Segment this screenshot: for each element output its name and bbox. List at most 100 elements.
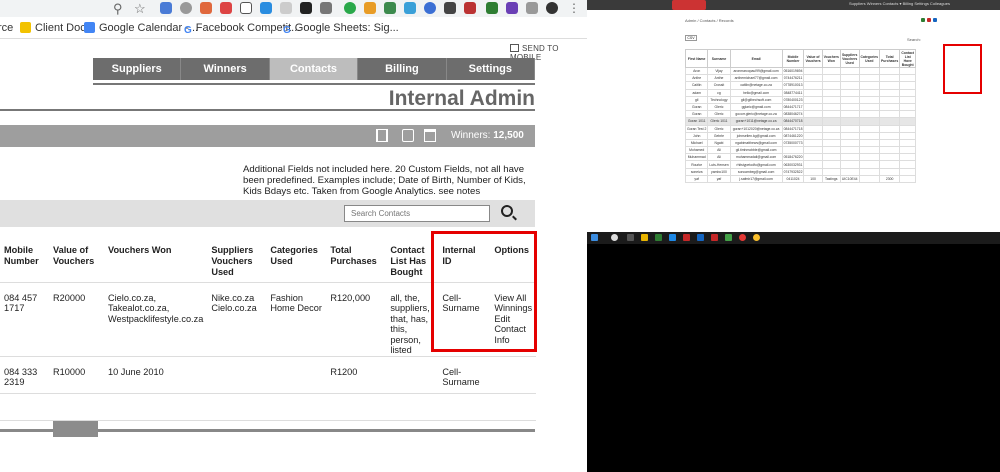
search-input[interactable] — [344, 205, 490, 222]
extension-icon[interactable] — [444, 2, 456, 14]
extension-icon[interactable] — [280, 2, 292, 14]
extension-icon[interactable] — [506, 2, 518, 14]
bookmark-item[interactable]: G Google Sheets: Sig... — [283, 22, 399, 36]
mini-col-header[interactable]: Categories Used — [858, 49, 881, 68]
export-icon[interactable] — [921, 18, 925, 22]
mini-col-header[interactable]: Suppliers Vouchers Used — [839, 49, 860, 68]
extension-icon[interactable] — [424, 2, 436, 14]
horizontal-scrollbar-thumb[interactable] — [53, 421, 98, 437]
extension-icon[interactable] — [404, 2, 416, 14]
taskbar-app-icon[interactable] — [697, 234, 704, 241]
nav-winners[interactable]: Winners — [181, 58, 270, 80]
taskbar-app-icon[interactable] — [655, 234, 662, 241]
table-row[interactable]: soneiva yambo100 soncambeg@gmail.com 074793… — [684, 167, 917, 176]
taskbar-app-icon[interactable] — [683, 234, 690, 241]
taskbar-app-icon[interactable] — [627, 234, 634, 241]
print-icon[interactable] — [933, 18, 937, 22]
col-mobile-number[interactable]: Mobile Number — [0, 237, 49, 283]
search-icon[interactable] — [501, 205, 513, 217]
extension-icon[interactable] — [344, 2, 356, 14]
col-categories-used[interactable]: Categories Used — [266, 237, 327, 283]
table-row[interactable]: Michael Ngabi ngabimatthews@gmail.com 07350… — [684, 138, 917, 148]
bookmark-item[interactable]: Google Calendar -... — [84, 22, 198, 34]
extension-icon[interactable] — [200, 2, 212, 14]
nav-contacts[interactable]: Contacts — [269, 58, 359, 80]
table-row[interactable]: gil Technology gil@gilhechsoft.com 07804001… — [684, 95, 917, 104]
col-suppliers-vouchers-used[interactable]: Suppliers Vouchers Used — [207, 237, 267, 283]
folder-icon — [20, 22, 31, 33]
table-cell — [821, 167, 841, 176]
extension-icon[interactable] — [180, 2, 192, 14]
csv-button[interactable]: CSV — [685, 35, 697, 41]
table-row[interactable]: Goran Test 2 Gleric goran+1012020@netage.c… — [684, 124, 917, 133]
mini-col-header[interactable]: Total Purchases — [879, 49, 901, 68]
table-cell — [858, 124, 881, 133]
table-row[interactable]: Rourke Luts-Hensen rhitstypetodfo@gmail.co… — [684, 160, 917, 169]
pdf-icon[interactable] — [927, 18, 931, 22]
chrome-icon[interactable] — [739, 234, 746, 241]
table-row[interactable]: Mohamed Ali gil.timhmobble@gmail.com — [684, 146, 917, 155]
mini-col-header[interactable]: Mobile Number — [781, 49, 805, 68]
table-cell: ngabimatthews@gmail.com — [729, 138, 783, 148]
table-row[interactable]: Goran 1011 Gleric 1011 goran+1011@netage.c… — [684, 117, 917, 126]
extension-icon[interactable] — [486, 2, 498, 14]
table-cell — [858, 146, 881, 155]
extension-icon[interactable] — [364, 2, 376, 14]
table-row[interactable]: Goran Gleric gocorr.gleric@netage.co.za 083… — [684, 110, 917, 119]
taskbar-app-icon[interactable] — [725, 234, 732, 241]
table-row[interactable]: yaf yaf j.safmir17@gmail.com 0411024 100 Tast… — [684, 174, 917, 184]
mini-col-header[interactable]: Surname — [707, 49, 731, 68]
taskbar-app-icon[interactable] — [711, 234, 718, 241]
chrome-icon[interactable] — [753, 234, 760, 241]
taskbar-app-icon[interactable] — [641, 234, 648, 241]
folder-icon[interactable] — [402, 129, 414, 142]
extension-icon[interactable] — [300, 2, 312, 14]
mini-col-header[interactable]: First Name — [684, 49, 709, 68]
windows-start-icon[interactable] — [591, 234, 598, 241]
extension-icon[interactable] — [260, 2, 272, 14]
bookmark-star-icon[interactable]: ☆ — [134, 1, 146, 17]
table-row[interactable]: Goran Gleric gglaric@gmail.com 0844471717 — [684, 102, 917, 112]
extension-icon[interactable] — [220, 2, 232, 14]
extension-icon[interactable] — [526, 2, 538, 14]
nav-billing[interactable]: Billing — [358, 58, 447, 80]
bookmark-item[interactable]: rce — [0, 22, 13, 34]
table-row[interactable]: Anthe Anthe anthemichael77@gmail.com 074447… — [684, 74, 917, 83]
table-cell: Tastings — [821, 174, 841, 184]
more-menu-icon[interactable]: ⋮ — [568, 1, 580, 15]
extension-icon[interactable] — [384, 2, 396, 14]
mini-col-header[interactable]: Contact List Have Bought — [899, 49, 917, 68]
table-cell: John — [684, 131, 709, 140]
nav-suppliers[interactable]: Suppliers — [93, 58, 182, 80]
divider — [93, 83, 535, 85]
extension-icon[interactable] — [160, 2, 172, 14]
table-row[interactable]: Muhammad Ali muhammadali@gmail.com 05184762… — [684, 153, 917, 162]
nav-settings[interactable]: Settings — [446, 58, 536, 80]
mini-col-header[interactable]: Value of Vouchers — [803, 49, 823, 68]
mini-col-header[interactable]: Vouchers Won — [821, 49, 841, 68]
calendar-icon[interactable] — [424, 129, 436, 142]
taskbar-app-icon[interactable] — [611, 234, 618, 241]
table-row[interactable]: adam cg hello@gmail.com 0848774411 — [684, 88, 917, 97]
table-row[interactable]: John Gebrle johnsellen.kg@gmail.com 0874461… — [684, 131, 917, 140]
col-vouchers-won[interactable]: Vouchers Won — [104, 237, 208, 283]
table-header-row: First Name Surname Email Mobile Number Value… — [684, 49, 917, 68]
profile-avatar-icon[interactable] — [546, 2, 558, 14]
extension-icon[interactable] — [240, 2, 252, 14]
columns-icon[interactable] — [376, 129, 388, 142]
mini-col-header[interactable]: Email — [729, 49, 783, 68]
extension-icon[interactable] — [320, 2, 332, 14]
col-total-purchases[interactable]: Total Purchases — [326, 237, 387, 283]
extension-icon[interactable] — [464, 2, 476, 14]
taskbar-app-icon[interactable] — [669, 234, 676, 241]
table-row[interactable]: Aron Vijay aronmarcopaul99@gmail.com 051601… — [684, 66, 917, 76]
bookmark-item[interactable]: Client Docs — [20, 22, 91, 34]
mini-nav[interactable]: Suppliers Winners Contacts ▾ Billing Set… — [849, 1, 950, 6]
table-cell — [879, 153, 901, 162]
col-value-of-vouchers[interactable]: Value of Vouchers — [49, 237, 104, 283]
zoom-icon[interactable]: ⚲ — [113, 1, 123, 17]
table-row[interactable]: 084 333 2319 R10000 10 June 2010 R1200 C… — [0, 356, 537, 394]
table-row[interactable]: Caitlin Crossit caitlin@netage.co.za 077891… — [684, 81, 917, 90]
table-cell — [839, 131, 860, 140]
table-cell — [899, 131, 917, 140]
